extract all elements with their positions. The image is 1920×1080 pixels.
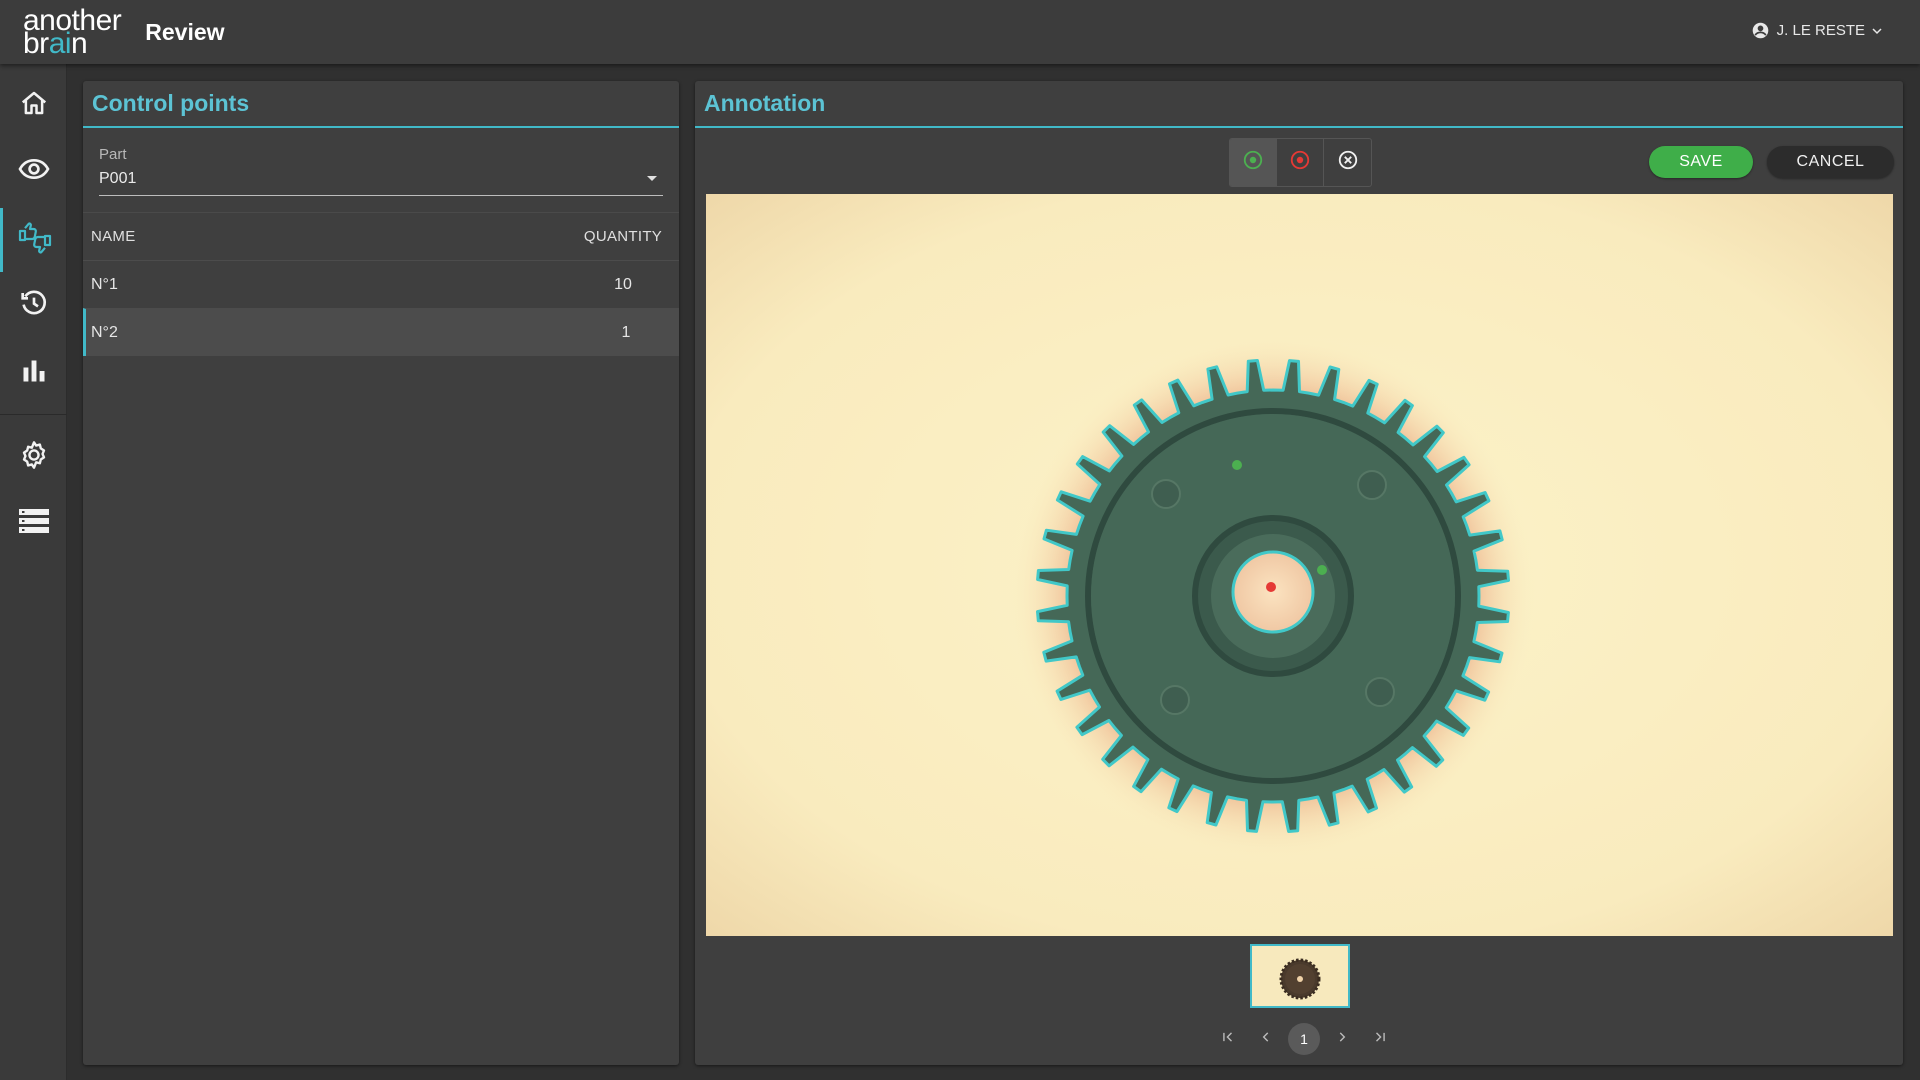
sidebar-item-history[interactable] [0, 276, 67, 334]
home-icon [19, 88, 49, 123]
sidebar-item-settings[interactable] [0, 428, 67, 486]
row-quantity: 1 [621, 324, 631, 341]
dropdown-arrow-icon [647, 176, 657, 181]
target-green-icon [1242, 149, 1264, 176]
sidebar-item-statistics[interactable] [0, 344, 67, 402]
current-page-number[interactable]: 1 [1288, 1023, 1320, 1055]
part-label: Part [99, 146, 127, 163]
top-bar: another brain Review J. LE RESTE [0, 0, 1920, 64]
gear-image [706, 194, 1893, 936]
sidebar [0, 64, 67, 1080]
control-points-header: Control points [83, 81, 679, 128]
table-row[interactable]: N°1 10 [83, 260, 679, 308]
part-value: P001 [99, 170, 137, 187]
chevron-down-icon [1871, 25, 1883, 37]
eye-icon [17, 153, 50, 190]
column-header-name[interactable]: NAME [91, 228, 136, 245]
annotation-panel: Annotation SAVE CANCEL 1 [695, 81, 1903, 1065]
annotation-header: Annotation [695, 81, 1903, 128]
row-name: N°1 [91, 276, 118, 293]
close-circle-icon [1337, 149, 1359, 176]
table-row-selected[interactable]: N°2 1 [83, 308, 679, 356]
bad-annotation-marker [1266, 582, 1276, 592]
cancel-button[interactable]: CANCEL [1767, 146, 1894, 178]
page-title: Review [145, 18, 225, 45]
column-header-quantity[interactable]: QUANTITY [563, 228, 683, 245]
gear-icon [18, 439, 50, 476]
annotation-toolbar [1229, 138, 1372, 187]
bar-chart-icon [20, 357, 48, 390]
target-red-icon [1289, 149, 1311, 176]
last-page-icon [1373, 1030, 1387, 1049]
thumbnail-image [1252, 946, 1348, 1006]
row-quantity: 10 [614, 276, 632, 293]
user-name: J. LE RESTE [1776, 22, 1865, 39]
part-select[interactable]: Part P001 [99, 146, 663, 196]
last-page-button[interactable] [1361, 1023, 1399, 1055]
chevron-left-icon [1259, 1030, 1273, 1049]
app-logo[interactable]: another brain [23, 5, 122, 58]
sidebar-item-review[interactable] [0, 208, 67, 272]
list-icon [18, 507, 49, 540]
first-page-button[interactable] [1209, 1023, 1247, 1055]
account-circle-icon [1752, 22, 1769, 39]
good-marker-tool-button[interactable] [1230, 139, 1277, 186]
thumbs-review-icon [17, 221, 53, 260]
sidebar-item-list[interactable] [0, 494, 67, 552]
table-header: NAME QUANTITY [83, 212, 679, 260]
user-menu[interactable]: J. LE RESTE [1752, 22, 1883, 39]
sidebar-divider [0, 414, 67, 415]
good-annotation-marker [1317, 565, 1327, 575]
save-button[interactable]: SAVE [1649, 146, 1753, 178]
previous-page-button[interactable] [1247, 1023, 1285, 1055]
chevron-right-icon [1335, 1030, 1349, 1049]
clear-marker-tool-button[interactable] [1324, 139, 1371, 186]
control-points-panel: Control points Part P001 NAME QUANTITY N… [83, 81, 679, 1065]
image-thumbnail[interactable] [1250, 944, 1350, 1008]
control-points-title: Control points [92, 90, 250, 116]
bad-marker-tool-button[interactable] [1277, 139, 1324, 186]
sidebar-item-inspect[interactable] [0, 142, 67, 200]
next-page-button[interactable] [1323, 1023, 1361, 1055]
annotation-title: Annotation [704, 90, 826, 116]
sidebar-item-home[interactable] [0, 76, 67, 134]
row-name: N°2 [91, 324, 118, 341]
image-pager: 1 [1209, 1023, 1399, 1055]
good-annotation-marker [1232, 460, 1242, 470]
history-icon [18, 287, 50, 324]
control-points-table: NAME QUANTITY N°1 10 N°2 1 [83, 212, 679, 356]
first-page-icon [1221, 1030, 1235, 1049]
annotation-image[interactable] [706, 194, 1893, 936]
